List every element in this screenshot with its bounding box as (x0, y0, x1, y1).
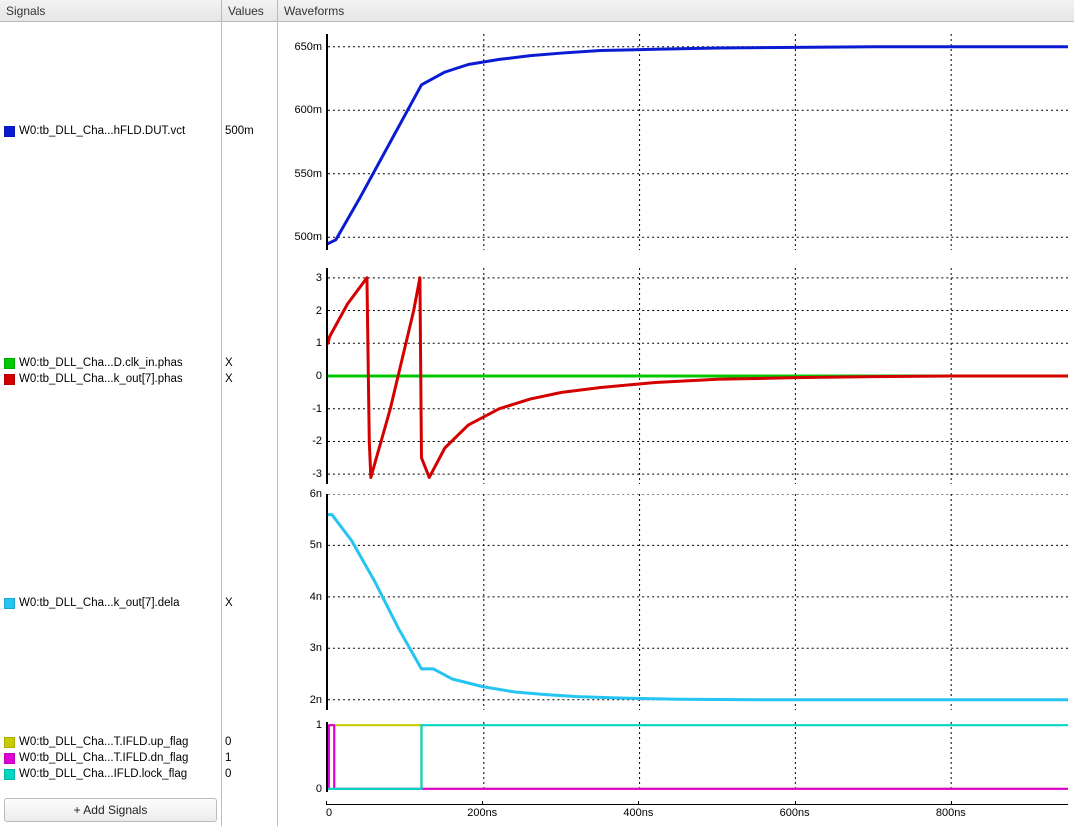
signal-color-swatch (4, 753, 15, 764)
series-clk_out[7].phase (328, 278, 1068, 478)
signal-value: X (225, 595, 233, 611)
y-tick-label: 5n (310, 539, 322, 551)
signal-color-swatch (4, 126, 15, 137)
x-tick (482, 801, 483, 805)
waveforms-column: Waveforms 500m550m600m650m-3-2-101232n3n… (278, 0, 1074, 826)
x-tick-label: 800ns (936, 807, 966, 819)
x-axis: 0 200ns 400ns 600ns 800ns (326, 804, 1068, 826)
x-tick (951, 801, 952, 805)
signal-label: W0:tb_DLL_Cha...hFLD.DUT.vct (19, 125, 185, 137)
signal-row[interactable]: W0:tb_DLL_Cha...T.IFLD.dn_flag (4, 750, 219, 766)
y-tick-label: 0 (316, 370, 322, 382)
series-lock_flag (328, 725, 1068, 789)
series-dn_flag (328, 725, 1068, 789)
waveforms-body[interactable]: 500m550m600m650m-3-2-101232n3n4n5n6n0102… (278, 22, 1074, 826)
x-tick-label: 400ns (623, 807, 653, 819)
y-tick-label: 3n (310, 642, 322, 654)
y-tick-label: 4n (310, 591, 322, 603)
app-root: Signals W0:tb_DLL_Cha...hFLD.DUT.vctW0:t… (0, 0, 1074, 826)
signal-label: W0:tb_DLL_Cha...T.IFLD.dn_flag (19, 752, 188, 764)
signal-label: W0:tb_DLL_Cha...T.IFLD.up_flag (19, 736, 188, 748)
y-tick-label: -3 (312, 468, 322, 480)
y-axis-delay: 2n3n4n5n6n (278, 494, 324, 710)
y-tick-label: 0 (316, 783, 322, 795)
signal-row[interactable]: W0:tb_DLL_Cha...T.IFLD.up_flag (4, 734, 219, 750)
signals-column: Signals W0:tb_DLL_Cha...hFLD.DUT.vctW0:t… (0, 0, 222, 826)
signal-value: 1 (225, 750, 231, 766)
signal-value: X (225, 355, 233, 371)
x-tick (638, 801, 639, 805)
y-tick-label: 600m (294, 104, 322, 116)
y-axis-vctrl: 500m 550m 600m 650m (278, 34, 324, 250)
series-DUT.vctrl (328, 47, 1068, 244)
signal-color-swatch (4, 769, 15, 780)
signal-color-swatch (4, 598, 15, 609)
x-tick (326, 801, 327, 805)
x-tick-label: 0 (326, 807, 332, 819)
y-tick-label: 650m (294, 41, 322, 53)
x-tick-label: 200ns (467, 807, 497, 819)
y-axis-phase: -3 -2 -1 0 1 2 3 (278, 268, 324, 484)
y-tick-label: -1 (312, 403, 322, 415)
values-body: 500mXXX010 (222, 22, 277, 826)
plot-vctrl[interactable] (326, 34, 1068, 250)
add-signals-button[interactable]: + Add Signals (4, 798, 217, 822)
signal-color-swatch (4, 358, 15, 369)
x-tick (795, 801, 796, 805)
series-clk_out[7].delay (328, 515, 1068, 700)
y-tick-label: 500m (294, 231, 322, 243)
signals-header[interactable]: Signals (0, 0, 221, 22)
signal-row[interactable]: W0:tb_DLL_Cha...IFLD.lock_flag (4, 766, 219, 782)
signal-row[interactable]: W0:tb_DLL_Cha...hFLD.DUT.vct (4, 123, 219, 139)
plot-delay[interactable] (326, 494, 1068, 710)
plot-flags[interactable] (326, 722, 1068, 792)
signal-row[interactable]: W0:tb_DLL_Cha...k_out[7].phas (4, 371, 219, 387)
y-axis-flags: 01 (278, 722, 324, 792)
signal-value: X (225, 371, 233, 387)
waveforms-header[interactable]: Waveforms (278, 0, 1074, 22)
signal-label: W0:tb_DLL_Cha...IFLD.lock_flag (19, 768, 187, 780)
y-tick-label: 2n (310, 694, 322, 706)
y-tick-label: 1 (316, 719, 322, 731)
signals-body: W0:tb_DLL_Cha...hFLD.DUT.vct W0:tb_DLL_Ch… (0, 22, 221, 794)
y-tick-label: 3 (316, 272, 322, 284)
signal-row[interactable]: W0:tb_DLL_Cha...D.clk_in.phas (4, 355, 219, 371)
y-tick-label: 550m (294, 168, 322, 180)
values-column: Values 500mXXX010 (222, 0, 278, 826)
x-tick-label: 600ns (780, 807, 810, 819)
signal-row[interactable]: W0:tb_DLL_Cha...k_out[7].dela (4, 595, 219, 611)
y-tick-label: 6n (310, 488, 322, 500)
signal-color-swatch (4, 374, 15, 385)
signal-value: 500m (225, 123, 254, 139)
signal-label: W0:tb_DLL_Cha...k_out[7].dela (19, 597, 179, 609)
signal-label: W0:tb_DLL_Cha...k_out[7].phas (19, 373, 183, 385)
signal-value: 0 (225, 734, 231, 750)
signal-value: 0 (225, 766, 231, 782)
y-tick-label: 1 (316, 337, 322, 349)
signal-label: W0:tb_DLL_Cha...D.clk_in.phas (19, 357, 183, 369)
signal-color-swatch (4, 737, 15, 748)
series-up_flag (328, 725, 1068, 789)
y-tick-label: 2 (316, 305, 322, 317)
y-tick-label: -2 (312, 435, 322, 447)
values-header[interactable]: Values (222, 0, 277, 22)
plot-phase[interactable] (326, 268, 1068, 484)
